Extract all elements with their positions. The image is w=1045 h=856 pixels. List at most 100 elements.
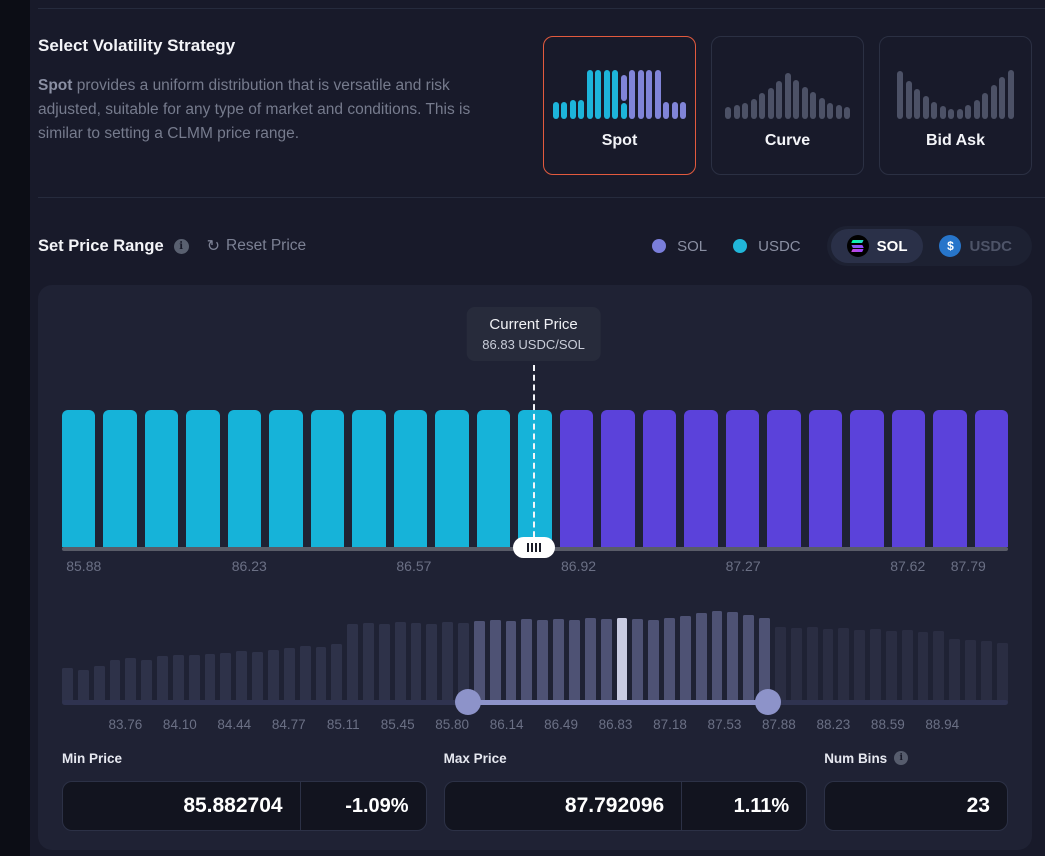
- icon-bar: [578, 100, 584, 119]
- strategy-card-spot[interactable]: Spot: [543, 36, 696, 175]
- icon-bar: [742, 103, 748, 119]
- bin-bar: [145, 410, 178, 547]
- range-tick-label: 87.53: [708, 717, 742, 732]
- icon-bar: [793, 80, 799, 119]
- overview-bar: [949, 639, 960, 702]
- icon-bar: [844, 107, 850, 119]
- overview-bar: [506, 621, 517, 702]
- icon-bar: [570, 100, 576, 119]
- min-price-input[interactable]: 85.882704: [63, 794, 300, 818]
- overview-bar: [918, 632, 929, 702]
- max-price-percent: 1.11%: [682, 795, 806, 818]
- bin-bar: [269, 410, 302, 547]
- current-price-value: 86.83 USDC/SOL: [482, 337, 585, 352]
- icon-bar: [991, 85, 997, 119]
- usdc-logo-icon: $: [939, 235, 961, 257]
- strategy-description-rest: provides a uniform distribution that is …: [38, 77, 470, 142]
- overview-bar: [426, 624, 437, 702]
- overview-bar: [838, 628, 849, 702]
- current-price-grip-handle[interactable]: [513, 537, 555, 558]
- bin-bar: [477, 410, 510, 547]
- overview-bar: [78, 670, 89, 702]
- reset-price-label: Reset Price: [226, 237, 306, 255]
- num-bins-field: Num Bins i 23: [824, 750, 1008, 831]
- strategy-section-title: Select Volatility Strategy: [38, 36, 510, 56]
- overview-bar: [490, 620, 501, 702]
- axis-tick-label: 86.23: [232, 558, 267, 574]
- icon-bar: [734, 105, 740, 119]
- overview-bar: [585, 618, 596, 702]
- range-tick-label: 88.94: [925, 717, 959, 732]
- overview-bar: [965, 640, 976, 702]
- overview-bar: [696, 613, 707, 702]
- bin-bar: [933, 410, 966, 547]
- range-tick-label: 85.80: [435, 717, 469, 732]
- num-bins-info-icon[interactable]: i: [894, 751, 908, 765]
- num-bins-input[interactable]: 23: [825, 794, 1007, 818]
- strategy-card-bidask[interactable]: Bid Ask: [879, 36, 1032, 175]
- bin-bar: [518, 410, 551, 547]
- overview-bar: [648, 620, 659, 702]
- overview-bar: [807, 627, 818, 702]
- bin-bar: [892, 410, 925, 547]
- overview-bar: [933, 631, 944, 702]
- bin-bar: [62, 410, 95, 547]
- overview-bar: [569, 620, 580, 702]
- bin-bar: [601, 410, 634, 547]
- overview-bar: [125, 658, 136, 702]
- icon-bar: [561, 102, 567, 119]
- reset-price-button[interactable]: ↻ Reset Price: [207, 237, 307, 255]
- icon-bar: [914, 89, 920, 119]
- overview-bar: [902, 630, 913, 702]
- toggle-sol-label: SOL: [877, 238, 908, 255]
- overview-bar: [205, 654, 216, 702]
- sol-legend-label: SOL: [677, 238, 707, 255]
- min-price-percent: -1.09%: [301, 795, 426, 818]
- bin-bar: [726, 410, 759, 547]
- icon-bar: [785, 73, 791, 119]
- overview-bar: [62, 668, 73, 702]
- icon-bar: [965, 105, 971, 119]
- overview-bar: [442, 622, 453, 702]
- overview-bar: [110, 660, 121, 702]
- overview-bar: [173, 655, 184, 703]
- denomination-toggle: SOL $ USDC: [827, 226, 1032, 266]
- icon-bar: [906, 81, 912, 119]
- strategy-description: Spot provides a uniform distribution tha…: [38, 74, 510, 146]
- icon-bar: [827, 103, 833, 119]
- toggle-option-usdc[interactable]: $ USDC: [923, 229, 1028, 263]
- bin-bar: [435, 410, 468, 547]
- strategy-card-curve[interactable]: Curve: [711, 36, 864, 175]
- info-icon[interactable]: i: [174, 239, 189, 254]
- range-tick-label: 85.45: [381, 717, 415, 732]
- overview-bar: [981, 641, 992, 702]
- price-inputs-row: Min Price 85.882704 -1.09% Max Price: [62, 750, 1008, 831]
- left-edge-strip: [0, 0, 30, 856]
- overview-bar: [220, 653, 231, 702]
- icon-bar: [982, 93, 988, 119]
- overview-bar: [474, 621, 485, 702]
- current-price-line: [533, 365, 535, 547]
- range-slider-max-handle[interactable]: [755, 689, 781, 715]
- icon-bar: [587, 70, 593, 119]
- max-price-input[interactable]: 87.792096: [445, 794, 682, 818]
- range-slider-min-handle[interactable]: [455, 689, 481, 715]
- icon-bar: [974, 100, 980, 119]
- top-divider: [38, 8, 1045, 9]
- overview-bar: [601, 619, 612, 702]
- icon-bar: [725, 107, 731, 119]
- icon-bar: [819, 98, 825, 119]
- strategy-card-label: Spot: [602, 132, 638, 150]
- icon-bar: [923, 96, 929, 119]
- icon-bar: [897, 71, 903, 119]
- toggle-option-sol[interactable]: SOL: [831, 229, 924, 263]
- icon-bar: [595, 70, 601, 119]
- icon-bar: [646, 70, 652, 119]
- overview-bar: [189, 655, 200, 702]
- bin-bar: [394, 410, 427, 547]
- icon-bar: [931, 102, 937, 119]
- overview-bar: [823, 629, 834, 702]
- bin-bar: [643, 410, 676, 547]
- overview-bar: [316, 647, 327, 702]
- icon-bar: [957, 109, 963, 119]
